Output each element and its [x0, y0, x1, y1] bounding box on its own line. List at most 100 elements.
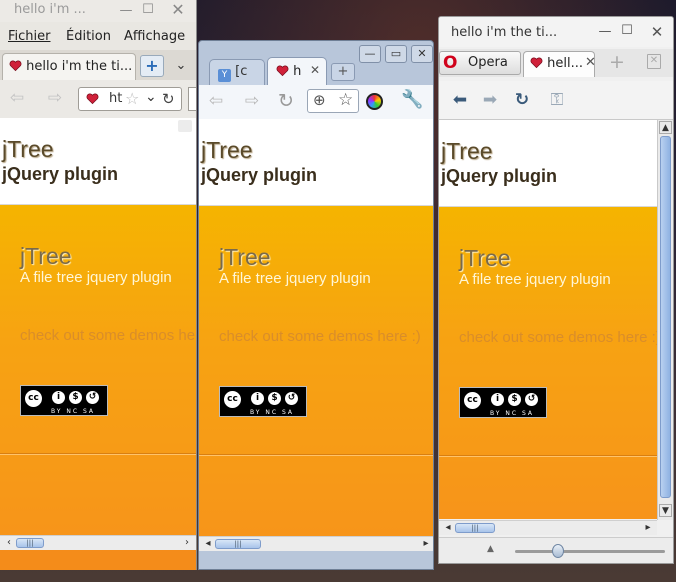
chrome-horizontal-scrollbar[interactable]: ◂ ||| ▸ — [199, 536, 433, 551]
opera-tabstrip: O Opera hell... ✕ + ✕ — [439, 49, 673, 77]
firefox-navbar: ⇦ ⇨ ht ☆ ⌄ ↻ — [0, 80, 196, 119]
maximize-icon[interactable]: ☐ — [619, 23, 635, 39]
scroll-down-icon[interactable]: ▼ — [659, 504, 672, 517]
new-tab-icon[interactable]: + — [140, 55, 164, 77]
opera-window-title: hello i'm the ti... — [451, 25, 558, 40]
opera-page: jTree jQuery plugin jTree A file tree jq… — [439, 120, 657, 519]
vertical-scroll-thumb[interactable] — [660, 136, 671, 498]
maximize-icon[interactable]: ▭ — [385, 45, 407, 63]
minimize-icon[interactable]: — — [597, 24, 613, 40]
opera-titlebar[interactable]: hello i'm the ti... — ☐ ✕ — [439, 17, 673, 47]
zoom-slider-handle[interactable] — [552, 544, 564, 558]
cc-license-badge[interactable]: cc i $ ↺ BY NC SA — [219, 386, 307, 417]
scroll-corner — [178, 120, 192, 132]
chrome-tab-2[interactable]: h ✕ — [267, 57, 327, 85]
reload-icon[interactable]: ↻ — [275, 90, 297, 112]
close-icon[interactable]: ✕ — [411, 45, 433, 63]
site-favicon-icon: Y — [218, 69, 231, 82]
search-bar-edge[interactable] — [188, 87, 196, 111]
firefox-titlebar[interactable]: hello i'm ... — ☐ ✕ — [0, 0, 196, 22]
forward-icon[interactable]: ⇨ — [44, 87, 66, 109]
opera-menu-button[interactable]: O Opera — [439, 51, 521, 75]
tab-close-icon[interactable]: ✕ — [585, 55, 596, 70]
cc-license-badge[interactable]: cc i $ ↺ BY NC SA — [459, 387, 547, 418]
url-text[interactable]: ht — [109, 91, 122, 106]
firefox-window-title: hello i'm ... — [14, 2, 86, 17]
chrome-tab-1[interactable]: Y [c — [209, 59, 265, 85]
star-icon[interactable]: ☆ — [338, 90, 353, 110]
chrome-window: — ▭ ✕ Y [c h ✕ + ⇦ ⇨ ↻ ⊕ ☆ 🔧 jTree jQuer… — [198, 40, 434, 570]
maximize-icon[interactable]: ☐ — [140, 2, 156, 18]
minimize-icon[interactable]: — — [359, 45, 381, 63]
cc-icon: cc — [24, 389, 43, 408]
tab-close-icon[interactable]: ✕ — [310, 63, 320, 77]
heart-favicon-icon — [530, 57, 543, 69]
forward-icon[interactable]: ⇨ — [241, 90, 263, 112]
page-subtitle: jQuery plugin — [201, 165, 318, 185]
close-icon[interactable]: ✕ — [649, 24, 665, 40]
hero-subtitle: A file tree jquery plugin — [219, 270, 371, 287]
back-icon[interactable]: ⇦ — [205, 90, 227, 112]
back-icon[interactable]: ⇦ — [6, 87, 28, 109]
globe-icon: ⊕ — [313, 91, 326, 109]
scroll-thumb[interactable]: ||| — [16, 538, 44, 548]
chrome-titlebar[interactable]: — ▭ ✕ Y [c h ✕ + — [199, 41, 433, 85]
forward-icon[interactable]: ➡ — [479, 89, 501, 111]
scroll-up-icon[interactable]: ▲ — [659, 121, 672, 134]
menu-affichage[interactable]: Affichage — [124, 29, 185, 44]
scroll-right-icon[interactable]: ▸ — [419, 537, 433, 551]
by-icon: i — [490, 392, 505, 407]
sa-icon: ↺ — [284, 391, 299, 406]
opera-vertical-scrollbar[interactable]: ▲ ▼ — [657, 120, 673, 520]
key-icon[interactable]: ⚿ — [543, 89, 571, 111]
menu-edition[interactable]: Édition — [66, 29, 111, 44]
demos-link[interactable]: check out some demos here :) — [219, 328, 421, 345]
chrome-tab-2-label: h — [293, 64, 302, 79]
minimize-icon[interactable]: — — [118, 3, 134, 19]
page-hero: jTree A file tree jquery plugin check ou… — [439, 207, 657, 519]
opera-horizontal-scrollbar[interactable]: ◂ ||| ▸ — [439, 520, 657, 535]
demos-link[interactable]: check out some demos here :) — [459, 329, 657, 346]
nc-icon: $ — [267, 391, 282, 406]
nc-icon: $ — [507, 392, 522, 407]
zoom-slider[interactable] — [515, 544, 665, 558]
scroll-thumb[interactable]: ||| — [215, 539, 261, 549]
new-tab-icon[interactable]: + — [609, 51, 625, 73]
scroll-thumb[interactable]: ||| — [455, 523, 495, 533]
page-title: jTree — [441, 138, 493, 164]
chrome-toolbar: ⇦ ⇨ ↻ ⊕ ☆ 🔧 — [199, 85, 433, 120]
url-dropdown-chevron-icon[interactable]: ⌄ — [145, 89, 157, 105]
trash-icon[interactable]: ✕ — [647, 54, 661, 69]
site-identity-heart-icon — [86, 93, 99, 105]
scroll-right-icon[interactable]: ▸ — [641, 521, 655, 535]
close-icon[interactable]: ✕ — [170, 2, 186, 18]
wrench-icon[interactable]: 🔧 — [401, 89, 423, 110]
scroll-left-icon[interactable]: ◂ — [441, 521, 455, 535]
firefox-window: hello i'm ... — ☐ ✕ Fichier Édition Affi… — [0, 0, 197, 570]
page-header: jTree jQuery plugin — [0, 118, 196, 205]
firefox-tab[interactable]: hello i'm the ti... — [2, 53, 136, 80]
extension-icon[interactable] — [366, 93, 383, 110]
menu-fichier[interactable]: Fichier — [8, 29, 51, 44]
tab-list-chevron-down-icon[interactable]: ⌄ — [170, 55, 192, 77]
scroll-left-icon[interactable]: ◂ — [201, 537, 215, 551]
cc-license-badge[interactable]: cc i $ ↺ BY NC SA — [20, 385, 108, 416]
nc-icon: $ — [68, 390, 83, 405]
scroll-right-icon[interactable]: › — [180, 536, 194, 550]
by-icon: i — [250, 391, 265, 406]
firefox-horizontal-scrollbar[interactable]: ‹ ||| › — [0, 535, 196, 550]
chrome-omnibox[interactable]: ⊕ ☆ — [307, 89, 359, 113]
hero-subtitle: A file tree jquery plugin — [20, 269, 172, 286]
reload-icon[interactable]: ↻ — [511, 89, 533, 111]
panel-toggle-icon[interactable]: ▲ — [487, 544, 494, 554]
firefox-menubar: Fichier Édition Affichage — [0, 26, 196, 48]
back-icon[interactable]: ⬅ — [449, 89, 471, 111]
bookmark-star-icon[interactable]: ☆ — [125, 89, 139, 108]
demos-link[interactable]: check out some demos here :) — [20, 327, 196, 344]
page-title: jTree — [2, 136, 54, 162]
scroll-left-icon[interactable]: ‹ — [2, 536, 16, 550]
chrome-page: jTree jQuery plugin jTree A file tree jq… — [199, 119, 433, 547]
sa-icon: ↺ — [524, 392, 539, 407]
reload-icon[interactable]: ↻ — [162, 90, 175, 108]
new-tab-icon[interactable]: + — [331, 63, 355, 81]
